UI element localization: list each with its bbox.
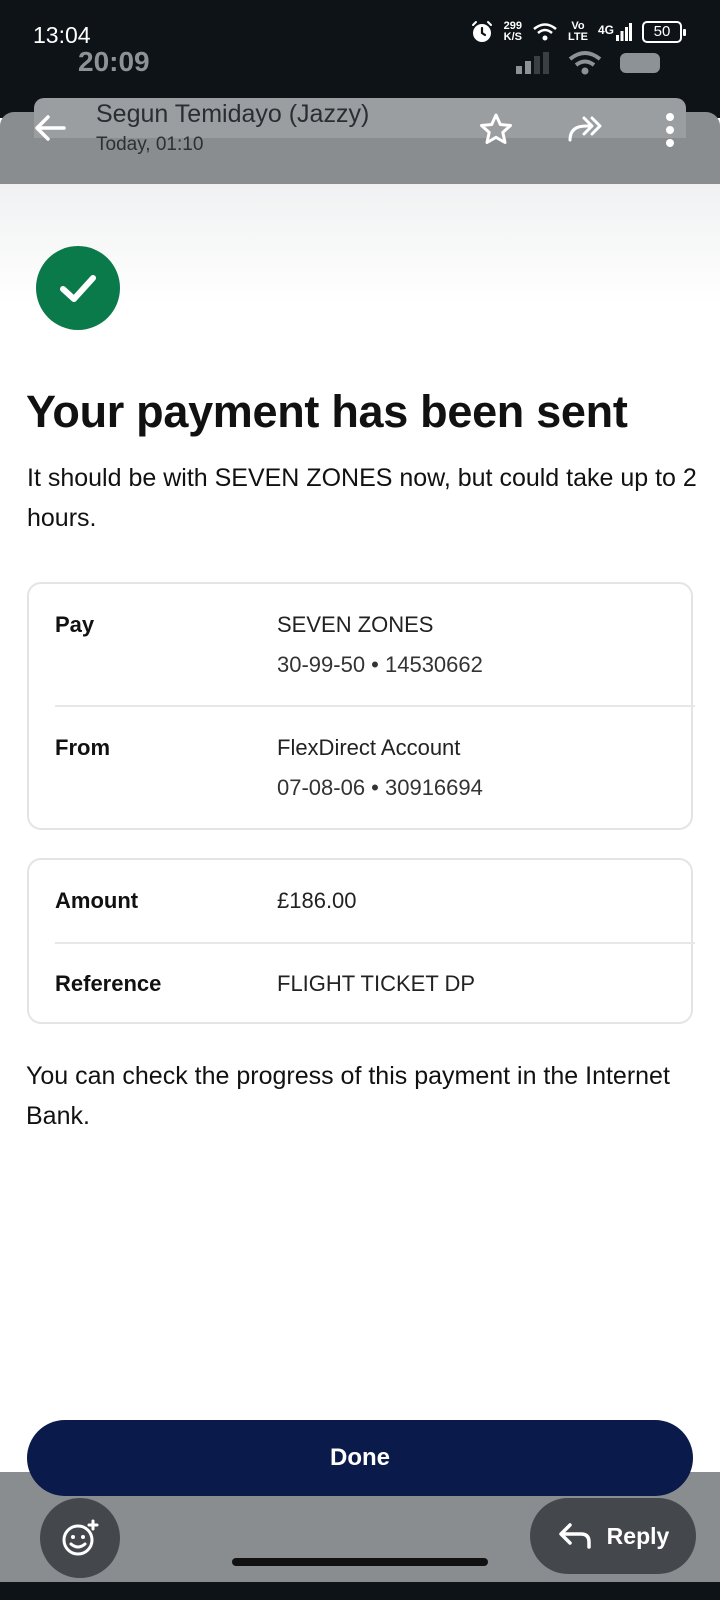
add-emoji-icon bbox=[62, 1519, 99, 1556]
back-arrow-icon[interactable] bbox=[30, 108, 70, 148]
amount-value: £186.00 bbox=[277, 888, 357, 913]
battery-icon: 50 bbox=[642, 21, 686, 43]
from-name: FlexDirect Account bbox=[277, 735, 461, 760]
card-divider bbox=[55, 942, 695, 944]
status-icons: 299 K/S Vo LTE 4G 50 bbox=[470, 20, 686, 44]
pay-account: 30-99-50 • 14530662 bbox=[277, 652, 483, 677]
reply-label: Reply bbox=[606, 1522, 670, 1549]
net-speed: 299 K/S bbox=[504, 21, 522, 43]
pay-name: SEVEN ZONES bbox=[277, 612, 434, 637]
from-label: From bbox=[55, 735, 110, 760]
from-account: 07-08-06 • 30916694 bbox=[277, 775, 483, 800]
net-speed-unit: K/S bbox=[503, 31, 522, 43]
status-time: 13:04 bbox=[33, 22, 91, 48]
reply-button[interactable]: Reply bbox=[530, 1498, 696, 1574]
add-emoji-button[interactable] bbox=[40, 1498, 120, 1578]
secondary-time: 20:09 bbox=[78, 46, 150, 77]
ghost-signal-icon bbox=[516, 52, 549, 74]
star-icon[interactable] bbox=[476, 110, 516, 150]
success-badge bbox=[36, 246, 120, 330]
payment-title: Your payment has been sent bbox=[26, 386, 628, 437]
more-vertical-icon[interactable] bbox=[650, 110, 690, 150]
volte-indicator: Vo LTE bbox=[568, 21, 588, 43]
network-signal: 4G bbox=[598, 23, 632, 41]
payee-details-card: Pay SEVEN ZONES 30-99-50 • 14530662 From… bbox=[27, 582, 695, 830]
ghost-wifi-icon bbox=[568, 51, 602, 75]
card-divider bbox=[55, 705, 695, 707]
reply-icon bbox=[558, 1523, 591, 1549]
ghost-status-icons bbox=[516, 50, 660, 76]
navigation-bar bbox=[0, 1582, 720, 1600]
home-indicator[interactable] bbox=[232, 1558, 488, 1566]
ghost-battery-icon bbox=[620, 53, 660, 73]
volte-bottom: LTE bbox=[568, 31, 588, 43]
progress-note: You can check the progress of this payme… bbox=[26, 1062, 670, 1130]
done-button[interactable]: Done bbox=[27, 1420, 693, 1496]
wifi-icon bbox=[533, 23, 557, 41]
checkmark-icon bbox=[60, 275, 96, 302]
reference-label: Reference bbox=[55, 971, 162, 996]
alarm-icon bbox=[471, 21, 492, 42]
pay-label: Pay bbox=[55, 612, 95, 637]
forward-all-icon[interactable] bbox=[566, 110, 606, 150]
email-sender: Segun Temidayo (Jazzy) bbox=[96, 100, 370, 128]
amount-label: Amount bbox=[55, 888, 139, 913]
email-date: Today, 01:10 bbox=[96, 134, 204, 155]
network-type: 4G bbox=[597, 23, 614, 37]
reference-value: FLIGHT TICKET DP bbox=[277, 971, 476, 996]
signal-icon bbox=[616, 23, 632, 41]
amount-details-card: Amount £186.00 Reference FLIGHT TICKET D… bbox=[27, 858, 695, 1024]
payment-subtitle: It should be with SEVEN ZONES now, but c… bbox=[27, 464, 697, 532]
